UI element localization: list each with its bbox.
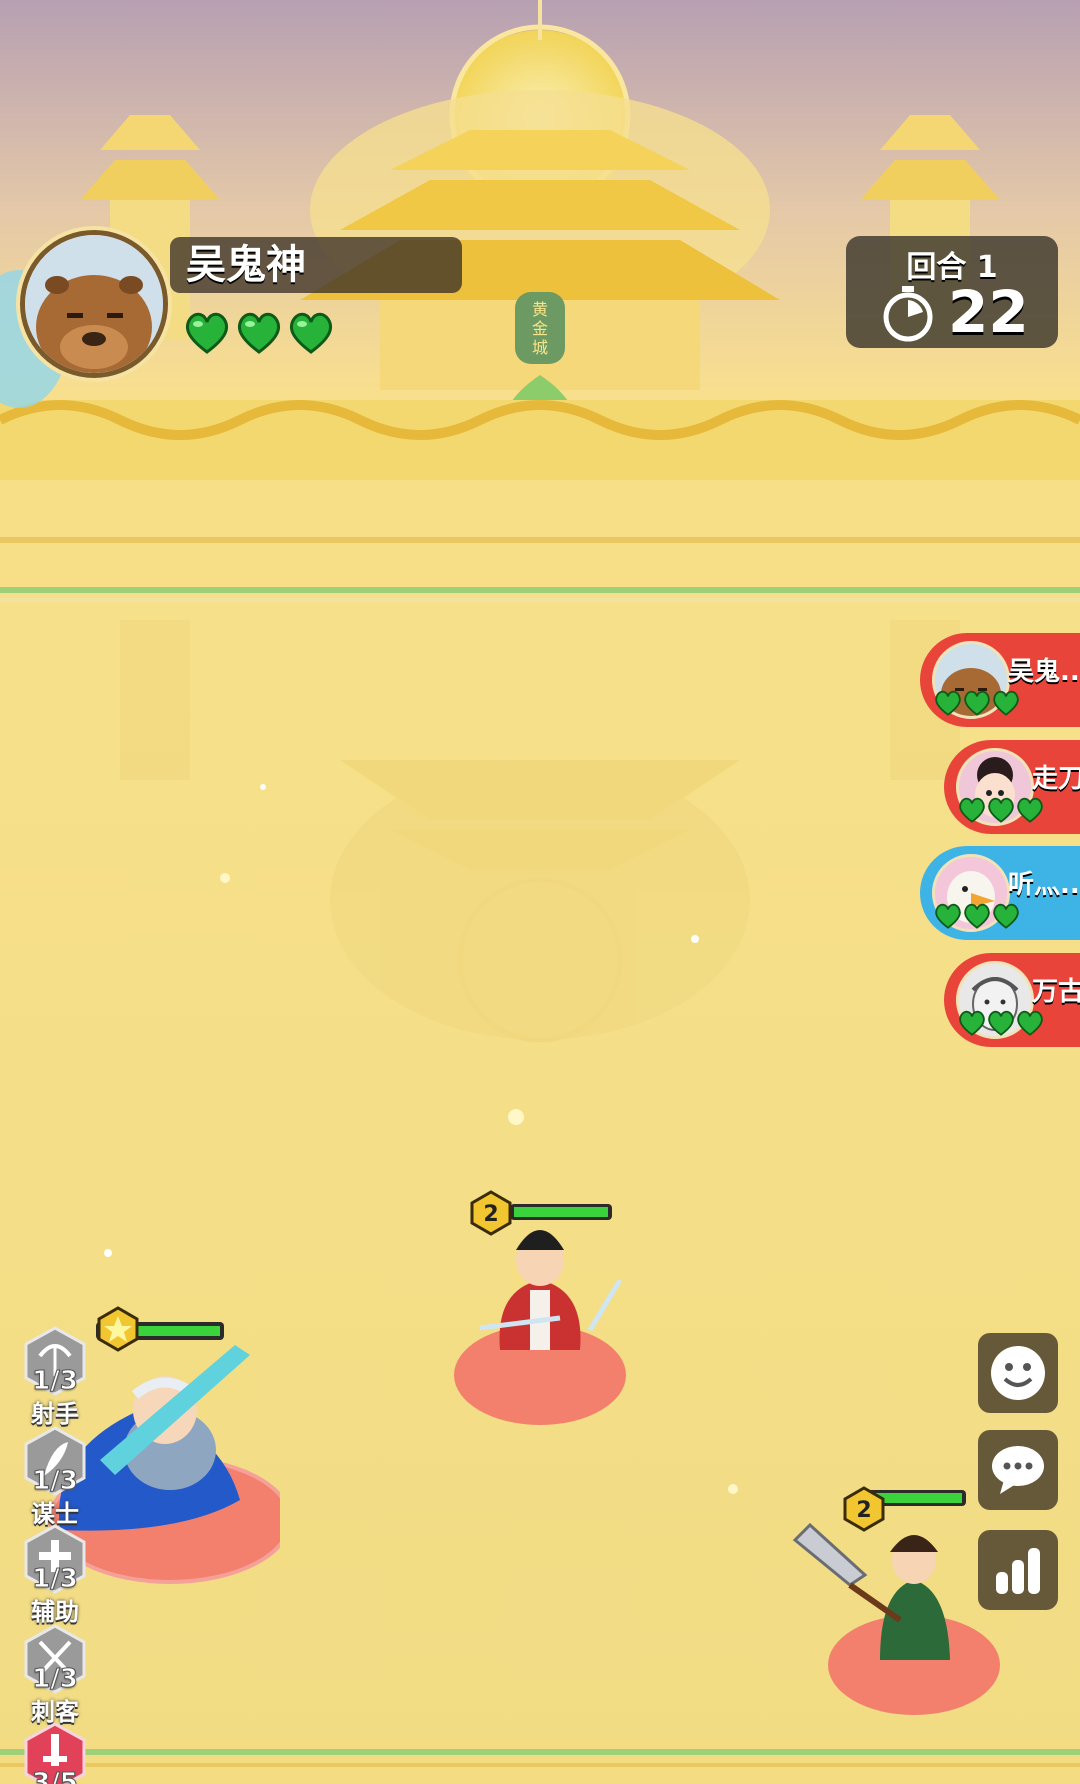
role-count: 1/3 bbox=[32, 1564, 79, 1595]
green-heart-icon bbox=[964, 903, 990, 929]
level-badge: 2 bbox=[843, 1486, 885, 1532]
green-heart-icon bbox=[935, 903, 961, 929]
green-heart-icon bbox=[289, 312, 333, 354]
palace-sign-char-3: 城 bbox=[532, 338, 548, 357]
opponent-card-4[interactable]: 万古 bbox=[944, 953, 1080, 1047]
green-heart-icon bbox=[185, 312, 229, 354]
role-badge-warrior[interactable]: 3/5 bbox=[22, 1722, 88, 1784]
green-heart-icon bbox=[988, 1010, 1014, 1036]
opponent-lives bbox=[934, 902, 1020, 929]
opponent-lives bbox=[958, 796, 1044, 823]
opponent-name: 走刀 bbox=[1032, 764, 1080, 794]
green-heart-icon bbox=[959, 1010, 985, 1036]
green-heart-icon bbox=[1017, 1010, 1043, 1036]
role-count: 3/5 bbox=[32, 1768, 79, 1784]
opponent-card-1[interactable]: 吴鬼.. bbox=[920, 633, 1080, 727]
chat-bubble-icon bbox=[992, 1446, 1044, 1494]
green-heart-icon bbox=[935, 690, 961, 716]
stats-button[interactable] bbox=[978, 1530, 1058, 1610]
general-hp-fill bbox=[138, 1326, 220, 1336]
green-heart-icon bbox=[237, 312, 281, 354]
player-name: 吴鬼神 bbox=[170, 237, 462, 293]
green-heart-icon bbox=[988, 797, 1014, 823]
role-name: 辅助 bbox=[31, 1598, 79, 1626]
green-heart-icon bbox=[964, 690, 990, 716]
opponent-card-3[interactable]: 听灬.. bbox=[920, 846, 1080, 940]
star-icon bbox=[97, 1306, 139, 1352]
stopwatch-icon bbox=[883, 286, 933, 342]
emote-button[interactable] bbox=[978, 1333, 1058, 1413]
role-badge-strategist[interactable]: 1/3 谋士 bbox=[22, 1426, 88, 1528]
green-heart-icon bbox=[993, 903, 1019, 929]
warrior-level: 2 bbox=[856, 1498, 871, 1523]
smiley-icon bbox=[991, 1346, 1045, 1400]
opponent-lives bbox=[934, 689, 1020, 716]
round-timer: 22 bbox=[948, 278, 1029, 346]
opponent-lives bbox=[958, 1009, 1044, 1036]
palace-sign-char-1: 黄 bbox=[532, 300, 548, 319]
player-avatar[interactable] bbox=[20, 230, 168, 378]
swordsman-level: 2 bbox=[483, 1202, 498, 1227]
role-badge-assassin[interactable]: 1/3 刺客 bbox=[22, 1624, 88, 1726]
green-heart-icon bbox=[993, 690, 1019, 716]
game-stage: 黄 金 城 吴鬼神 回合 1 22 吴鬼.. 走刀 听灬.. 万古 2 2 1/… bbox=[0, 0, 1080, 1784]
player-lives bbox=[184, 310, 334, 354]
palace-sign-char-2: 金 bbox=[532, 319, 548, 338]
capybara-avatar-icon bbox=[25, 235, 163, 373]
opponent-card-2[interactable]: 走刀 bbox=[944, 740, 1080, 834]
role-count: 1/3 bbox=[32, 1664, 79, 1695]
bar-chart-icon bbox=[996, 1548, 1040, 1594]
opponent-name: 听灬.. bbox=[1008, 870, 1080, 900]
round-panel: 回合 1 22 bbox=[846, 236, 1058, 348]
swordsman-hp-fill bbox=[514, 1207, 608, 1217]
green-heart-icon bbox=[1017, 797, 1043, 823]
level-badge: 2 bbox=[470, 1190, 512, 1236]
chat-button[interactable] bbox=[978, 1430, 1058, 1510]
role-badge-support[interactable]: 1/3 辅助 bbox=[22, 1524, 88, 1626]
opponent-name: 万古 bbox=[1032, 977, 1080, 1007]
role-badge-archer[interactable]: 1/3 射手 bbox=[22, 1326, 88, 1428]
opponent-name: 吴鬼.. bbox=[1008, 657, 1080, 687]
role-count: 1/3 bbox=[32, 1466, 79, 1497]
role-count: 1/3 bbox=[32, 1366, 79, 1397]
green-heart-icon bbox=[959, 797, 985, 823]
role-name: 射手 bbox=[31, 1400, 79, 1428]
